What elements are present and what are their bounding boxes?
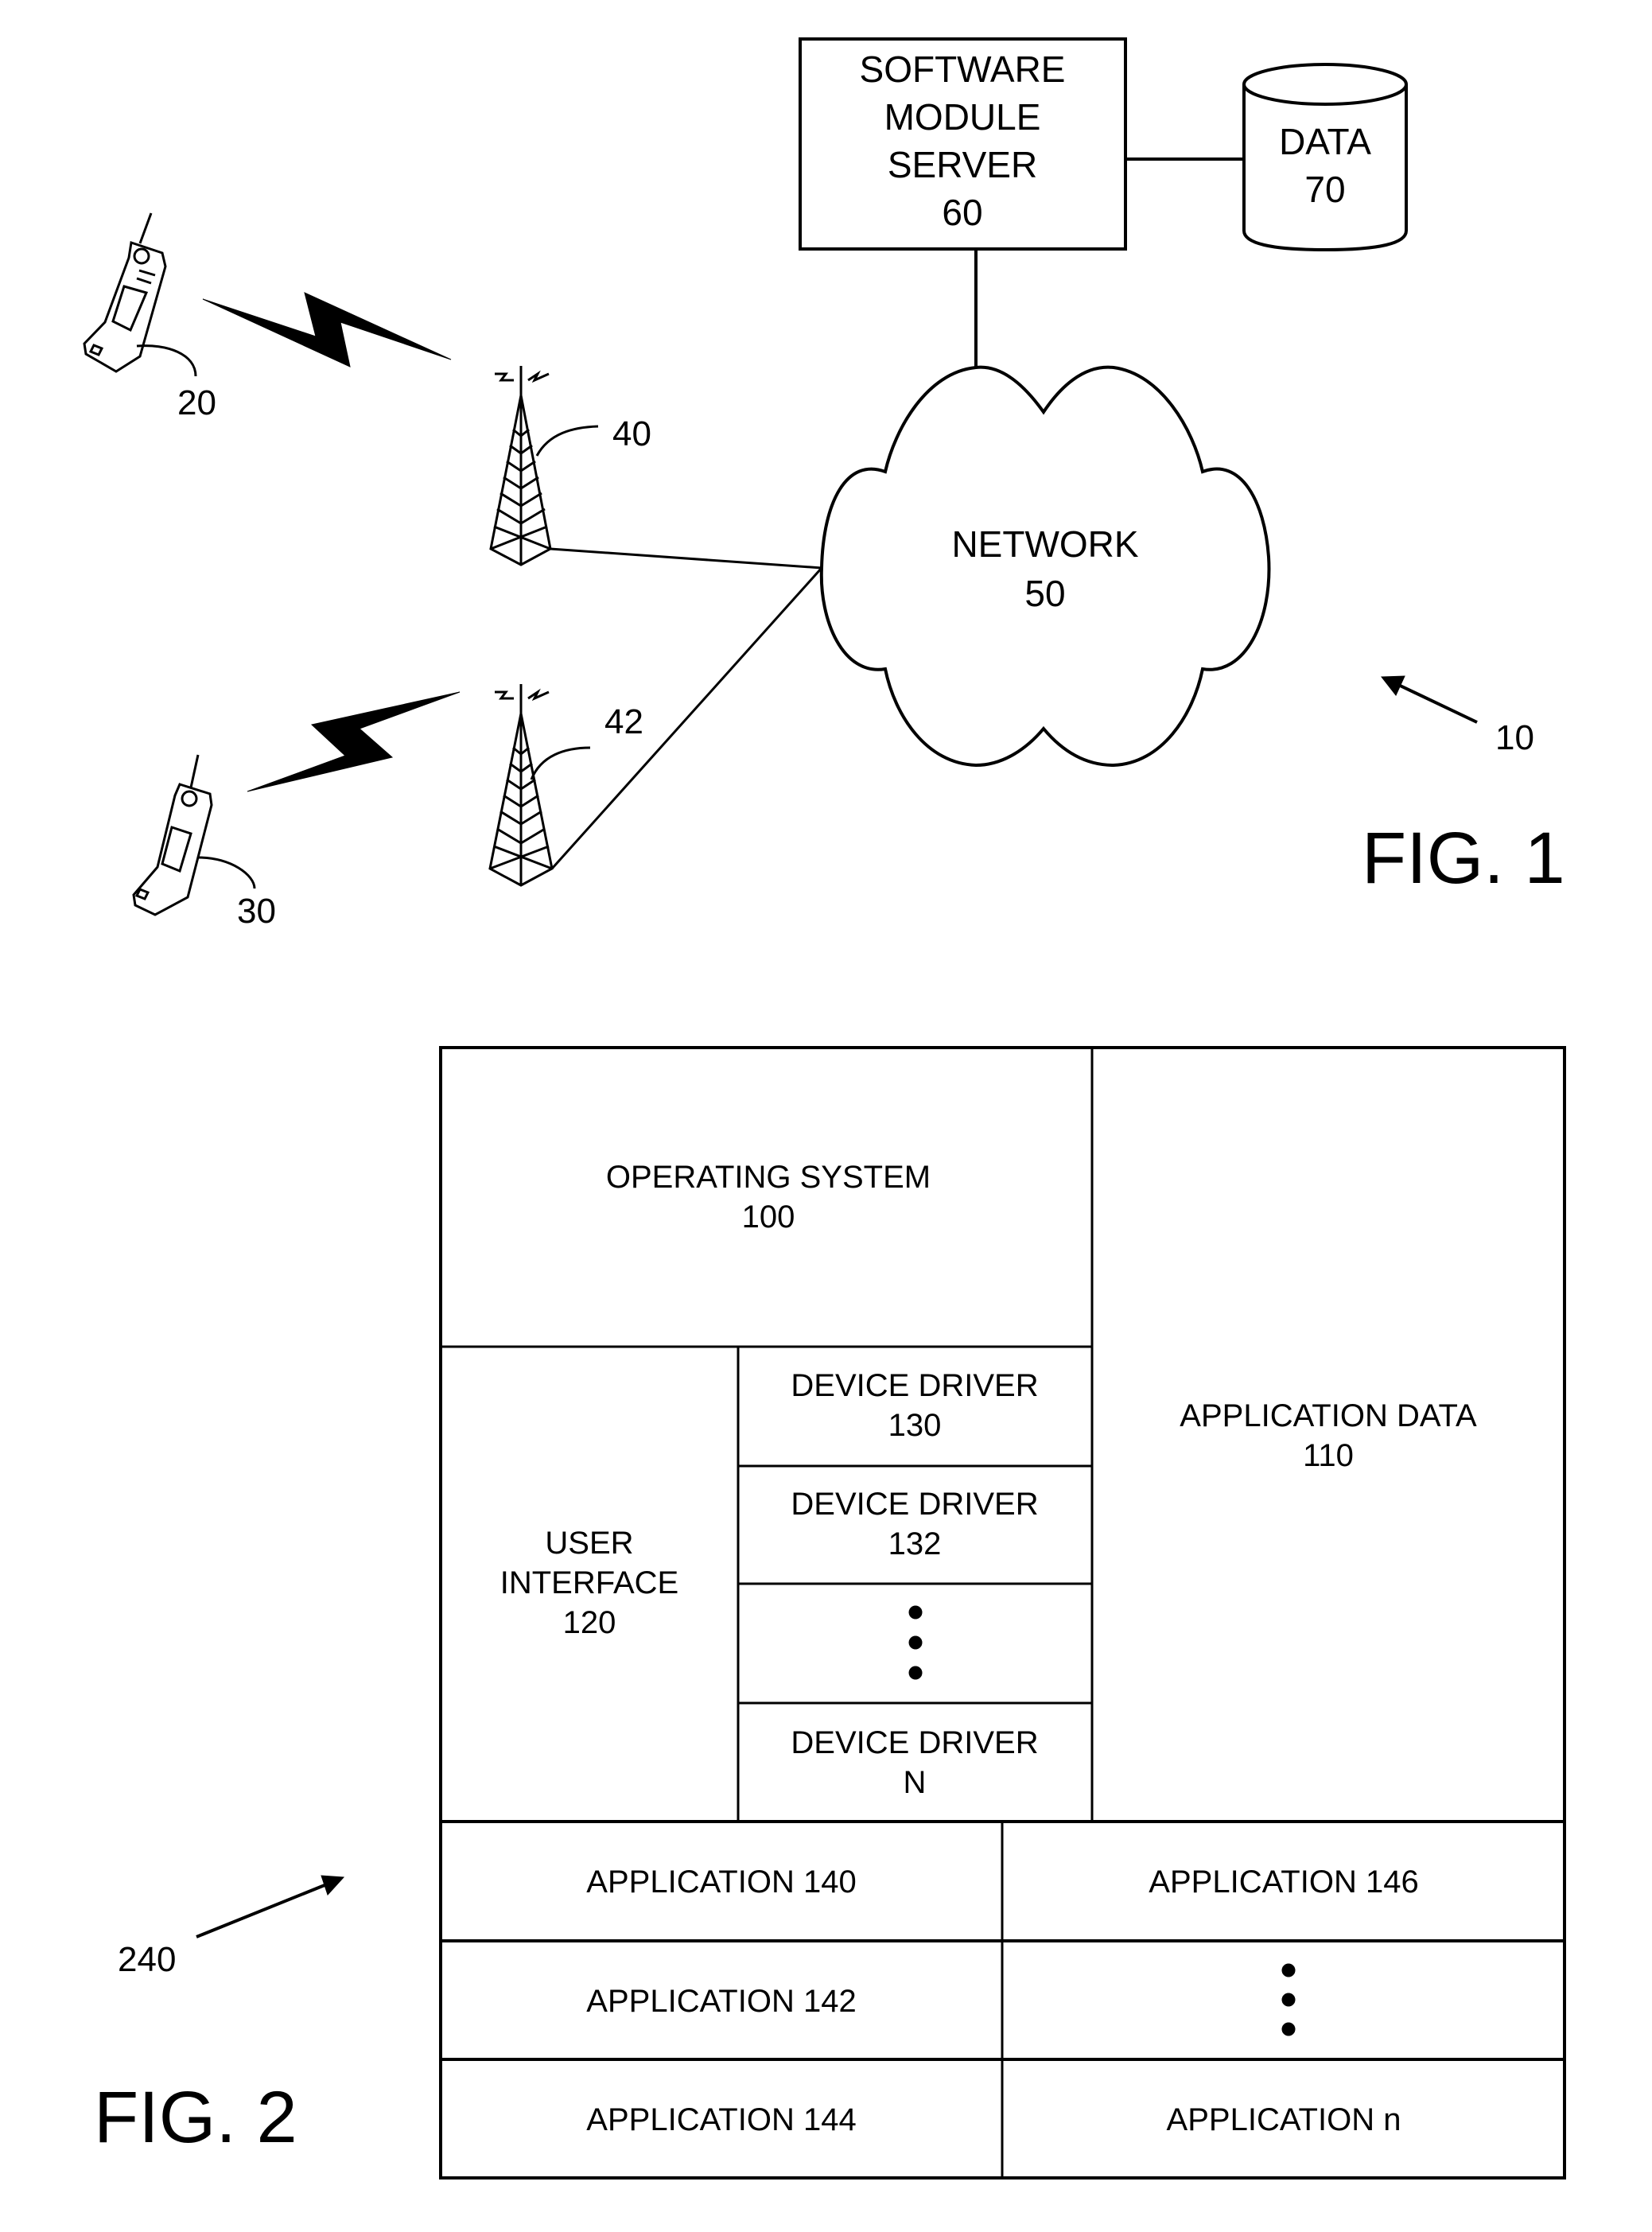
- application-ellipsis: [1281, 1963, 1296, 2036]
- applications: APPLICATION 140 APPLICATION 142 APPLICAT…: [441, 1820, 1565, 2178]
- ellipsis-dot-icon: [908, 1605, 923, 1620]
- phone-30-ref: 30: [237, 892, 276, 931]
- data-label: DATA: [1279, 121, 1371, 162]
- device-driver-label: DEVICE DRIVER: [791, 1487, 1038, 1522]
- application-140: APPLICATION 140: [586, 1865, 856, 1900]
- device-driver-ellipsis: [908, 1605, 923, 1680]
- server-label-line-2: MODULE: [884, 96, 1041, 138]
- application-n: APPLICATION n: [1167, 2102, 1401, 2137]
- network-ref-number: 50: [1024, 573, 1065, 614]
- arrow-shaft: [1393, 681, 1478, 724]
- ellipsis-dot-icon: [908, 1666, 923, 1680]
- server-label-line-1: SOFTWARE: [860, 49, 1066, 90]
- server-ref-number: 60: [942, 192, 982, 233]
- lightning-bolt-icon: [247, 691, 461, 792]
- application-144: APPLICATION 144: [586, 2102, 856, 2137]
- tower-40-ref: 40: [612, 414, 651, 453]
- os-label: OPERATING SYSTEM: [606, 1160, 931, 1195]
- arrow-shaft: [196, 1880, 333, 1938]
- device-drivers: DEVICE DRIVER 130 DEVICE DRIVER 132 DEVI…: [738, 1368, 1092, 1800]
- user-interface-block: USER INTERFACE 120: [500, 1347, 740, 1822]
- ellipsis-dot-icon: [1281, 1993, 1296, 2007]
- app-data-label: APPLICATION DATA: [1180, 1398, 1477, 1433]
- tower-42-ref: 42: [604, 702, 643, 741]
- fig2-caption: FIG. 2: [94, 2077, 297, 2158]
- cell-tower-icon: [489, 366, 552, 566]
- application-146: APPLICATION 146: [1149, 1865, 1418, 1900]
- software-module-server: SOFTWARE MODULE SERVER 60: [799, 37, 1127, 251]
- phone-20-ref: 20: [177, 383, 216, 422]
- phone-20-leader-line: [136, 344, 197, 377]
- mobile-device-20: 20: [83, 212, 216, 422]
- cell-tower-40: 40: [489, 366, 651, 566]
- device-driver-label: DEVICE DRIVER: [791, 1725, 1038, 1760]
- operating-system-block: OPERATING SYSTEM 100: [441, 1160, 1092, 1348]
- cell-tower-icon: [488, 684, 554, 887]
- cell-tower-42: 42: [488, 684, 643, 887]
- network: NETWORK 50: [819, 365, 1271, 768]
- ellipsis-dot-icon: [1281, 2022, 1296, 2036]
- tower-40-network-link: [550, 547, 822, 570]
- system-10-arrow: 10: [1381, 675, 1534, 757]
- fig1-caption: FIG. 1: [1362, 818, 1565, 899]
- tower-42-leader-line: [530, 746, 591, 780]
- ellipsis-dot-icon: [1281, 1963, 1296, 1977]
- tower-40-leader-line: [535, 425, 599, 457]
- app-data-ref: 110: [1303, 1438, 1354, 1473]
- data-store: DATA 70: [1242, 63, 1408, 252]
- application-data-block: APPLICATION DATA 110: [1090, 1048, 1477, 1822]
- data-ref-number: 70: [1304, 169, 1345, 210]
- phone-30-leader-line: [198, 856, 256, 889]
- fig1: SOFTWARE MODULE SERVER 60 DATA 70 NETWOR…: [83, 37, 1565, 931]
- ui-ref: 120: [563, 1605, 616, 1640]
- cloud-icon: [819, 365, 1271, 768]
- mobile-device-30: 30: [132, 754, 276, 931]
- ui-label-line-2: INTERFACE: [500, 1565, 678, 1600]
- server-label-line-3: SERVER: [888, 144, 1037, 185]
- lightning-bolt-icon: [202, 292, 452, 367]
- tower-42-network-link: [550, 566, 823, 870]
- ui-label-line-1: USER: [545, 1526, 633, 1561]
- device-driver-n: DEVICE DRIVER N: [791, 1725, 1038, 1800]
- device-driver-ref: 130: [888, 1408, 942, 1443]
- network-label: NETWORK: [951, 523, 1138, 565]
- device-driver-ref: 132: [888, 1526, 942, 1561]
- mobile-phone-icon: [132, 754, 213, 916]
- system-10-ref: 10: [1495, 718, 1534, 757]
- patent-drawing-sheet: SOFTWARE MODULE SERVER 60 DATA 70 NETWOR…: [83, 37, 1566, 2180]
- os-ref: 100: [742, 1200, 795, 1235]
- device-driver-132: DEVICE DRIVER 132: [791, 1487, 1038, 1561]
- device-driver-ref: N: [904, 1765, 927, 1800]
- device-driver-label: DEVICE DRIVER: [791, 1368, 1038, 1403]
- mobile-phone-icon: [83, 212, 167, 373]
- fig2: OPERATING SYSTEM 100 APPLICATION DATA 11…: [94, 1046, 1566, 2180]
- application-142: APPLICATION 142: [586, 1984, 856, 2019]
- ellipsis-dot-icon: [908, 1635, 923, 1650]
- arrow-head-icon: [321, 1875, 345, 1896]
- system-240-ref: 240: [118, 1940, 176, 1979]
- system-240-arrow: 240: [118, 1875, 345, 1979]
- device-driver-130: DEVICE DRIVER 130: [791, 1368, 1038, 1443]
